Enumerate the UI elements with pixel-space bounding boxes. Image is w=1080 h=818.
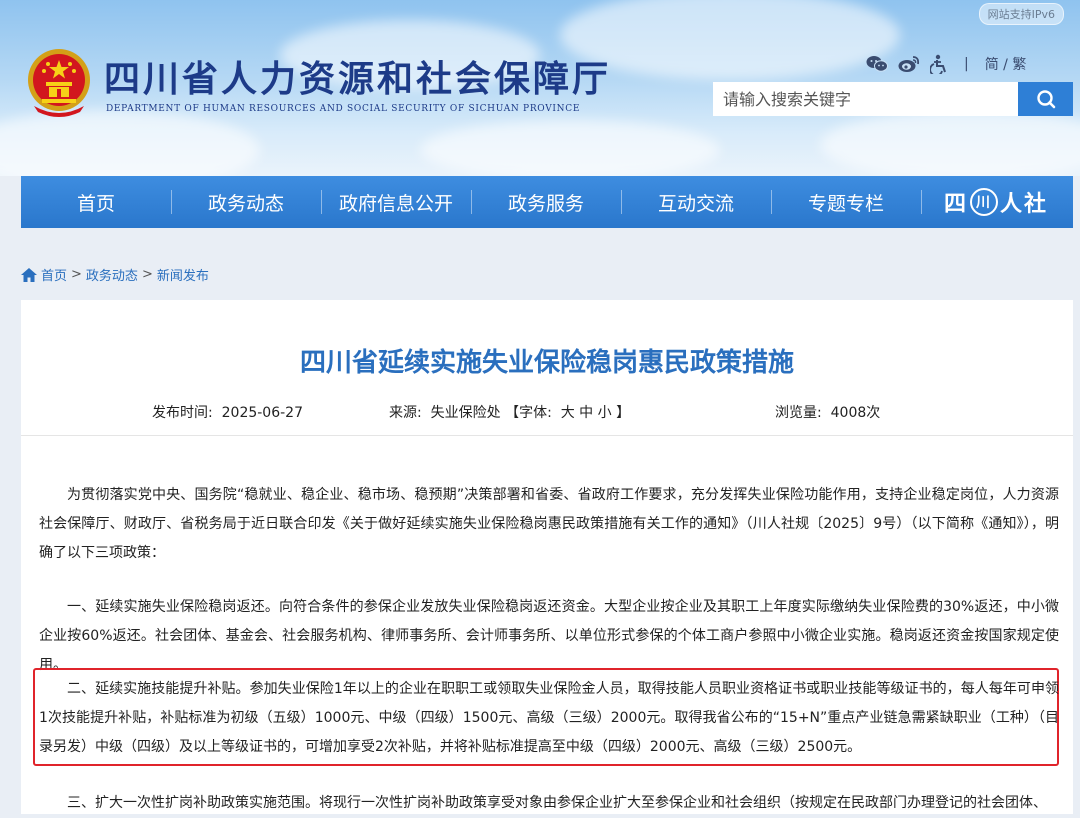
source-label: 来源: <box>389 405 422 421</box>
nav-item-info-disclosure[interactable]: 政府信息公开 <box>321 176 471 228</box>
breadcrumb-separator: > <box>71 267 82 282</box>
font-large-button[interactable]: 大 <box>561 405 575 421</box>
header-tools: | 简 / 繁 <box>866 54 1026 74</box>
nav-item-special-topics[interactable]: 专题专栏 <box>771 176 921 228</box>
font-size-close: 】 <box>616 405 631 421</box>
search-bar <box>713 82 1073 116</box>
cloud-decoration <box>820 110 1080 176</box>
article-title: 四川省延续实施失业保险稳岗惠民政策措施 <box>299 348 794 378</box>
brand-circle-icon: 川 <box>970 188 998 216</box>
brand-text-left: 四 <box>943 191 968 217</box>
publish-date: 发布时间: 2025-06-27 <box>152 402 303 422</box>
view-count: 浏览量: 4008次 <box>775 402 880 422</box>
nav-item-government-news[interactable]: 政务动态 <box>171 176 321 228</box>
publish-date-label: 发布时间: <box>152 405 213 421</box>
source-value: 失业保险处 <box>430 405 501 421</box>
wechat-icon[interactable] <box>866 55 888 73</box>
breadcrumb-government-news[interactable]: 政务动态 <box>86 265 138 284</box>
article-meta: 发布时间: 2025-06-27 来源: 失业保险处 【字体: 大 中 小 】 … <box>21 402 1073 422</box>
main-nav: 首页 政务动态 政府信息公开 政务服务 互动交流 专题专栏 四 川 人社 <box>21 176 1073 228</box>
breadcrumb: 首页 > 政务动态 > 新闻发布 <box>21 265 209 284</box>
nav-item-government-services[interactable]: 政务服务 <box>471 176 621 228</box>
search-button[interactable] <box>1018 82 1073 116</box>
weibo-icon[interactable] <box>898 55 920 73</box>
language-switch[interactable]: 简 / 繁 <box>985 54 1027 74</box>
brand-text-right: 人社 <box>1000 191 1049 217</box>
search-input[interactable] <box>713 82 1018 116</box>
view-count-value: 4008次 <box>830 405 881 421</box>
article-paragraph-policy-1: 一、延续实施失业保险稳岗返还。向符合条件的参保企业发放失业保险稳岗返还资金。大型… <box>39 599 1059 673</box>
publish-date-value: 2025-06-27 <box>221 405 303 421</box>
breadcrumb-home[interactable]: 首页 <box>41 265 67 284</box>
nav-item-sichuan-hrss[interactable]: 四 川 人社 <box>921 176 1071 228</box>
breadcrumb-news-release[interactable]: 新闻发布 <box>157 265 209 284</box>
search-icon <box>1036 90 1055 109</box>
font-medium-button[interactable]: 中 <box>579 405 593 421</box>
article-paragraph-policy-2: 二、延续实施技能提升补贴。参加失业保险1年以上的企业在职职工或领取失业保险金人员… <box>39 681 1059 755</box>
font-small-button[interactable]: 小 <box>598 405 612 421</box>
home-icon <box>21 267 37 282</box>
cloud-decoration <box>420 120 720 176</box>
accessibility-icon[interactable] <box>930 54 948 74</box>
meta-divider <box>21 435 1073 436</box>
breadcrumb-separator: > <box>141 267 153 282</box>
ipv6-badge: 网站支持IPv6 <box>978 3 1064 25</box>
source-and-font: 来源: 失业保险处 【字体: 大 中 小 】 <box>389 402 630 422</box>
site-subtitle: DEPARTMENT OF HUMAN RESOURCES AND SOCIAL… <box>106 104 581 114</box>
nav-item-home[interactable]: 首页 <box>21 176 171 228</box>
site-title: 四川省人力资源和社会保障厅 <box>104 58 612 100</box>
article-paragraph-intro: 为贯彻落实党中央、国务院“稳就业、稳企业、稳市场、稳预期”决策部署和省委、省政府… <box>39 487 1059 561</box>
site-header: 网站支持IPv6 四川省人力资源和社会保障厅 DEPARTMENT OF HUM… <box>0 0 1080 176</box>
nav-item-interaction[interactable]: 互动交流 <box>621 176 771 228</box>
tools-separator: | <box>964 56 969 72</box>
view-count-label: 浏览量: <box>775 405 822 421</box>
national-emblem-icon <box>28 49 90 117</box>
article-panel: 四川省延续实施失业保险稳岗惠民政策措施 发布时间: 2025-06-27 来源:… <box>21 300 1073 814</box>
font-size-open: 【字体: <box>505 405 552 421</box>
